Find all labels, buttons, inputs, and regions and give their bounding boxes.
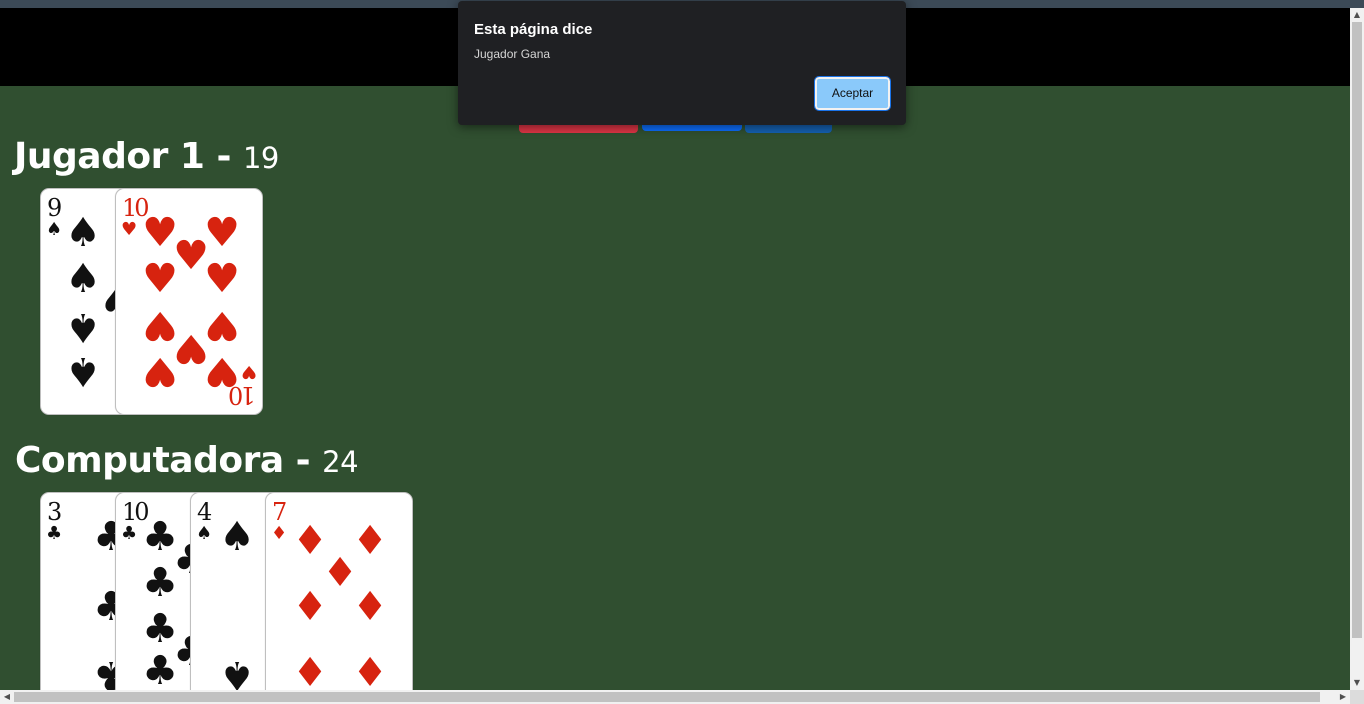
card-rank: 7: [272, 498, 287, 526]
diamond-icon: ♦: [352, 584, 388, 630]
heart-icon: ♥: [240, 361, 257, 382]
card-rank: 3: [47, 498, 62, 526]
dialog-message: Jugador Gana: [474, 47, 551, 61]
heart-icon: ♥: [204, 256, 240, 302]
card-rank: 4: [197, 498, 212, 526]
scroll-down-arrow-icon[interactable]: ▼: [1350, 676, 1364, 690]
heart-icon: ♥: [121, 219, 138, 240]
heart-icon: ♥: [142, 256, 178, 302]
diamond-icon: ♦: [292, 584, 328, 630]
player-1-title: Jugador 1 - 19: [14, 136, 279, 177]
spade-icon: ♠: [196, 523, 213, 544]
computer-name: Computadora -: [15, 440, 323, 481]
player-1-name: Jugador 1 -: [14, 136, 243, 177]
card-rank: 10: [231, 381, 256, 409]
player-1-card-2: 10 ♥ ♥ ♥ ♥ ♥ ♥ ♥ ♥ ♥ ♥ ♥ ♥ 10: [115, 188, 263, 415]
computer-title: Computadora - 24: [15, 440, 359, 481]
card-rank: 9: [47, 194, 62, 222]
spade-icon: ♠: [46, 219, 63, 240]
diamond-icon: ♦: [292, 650, 328, 696]
computer-card-4: 7 ♦ ♦ ♦ ♦ ♦ ♦ ♦ ♦ ♦: [265, 492, 413, 704]
club-icon: ♣: [46, 523, 63, 544]
heart-icon: ♥: [142, 348, 178, 394]
dialog-ok-button[interactable]: Aceptar: [814, 76, 891, 111]
horizontal-scrollbar-thumb[interactable]: [14, 692, 1320, 702]
dialog-title: Esta página dice: [474, 21, 593, 38]
player-1-points: 19: [242, 141, 279, 175]
scrollbar-corner: [1350, 690, 1364, 704]
spade-icon: ♠: [219, 514, 255, 560]
computer-points: 24: [322, 445, 359, 479]
scroll-up-arrow-icon[interactable]: ▲: [1350, 8, 1364, 22]
diamond-icon: ♦: [352, 650, 388, 696]
vertical-scrollbar-thumb[interactable]: [1352, 22, 1362, 638]
alert-dialog: Esta página dice Jugador Gana Aceptar: [458, 1, 906, 125]
spade-icon: ♠: [65, 348, 101, 394]
scroll-left-arrow-icon[interactable]: ◀: [0, 690, 14, 704]
spade-icon: ♠: [65, 210, 101, 256]
spade-icon: ♠: [219, 652, 255, 698]
diamond-icon: ♦: [271, 523, 288, 544]
club-icon: ♣: [121, 523, 138, 544]
scroll-right-arrow-icon[interactable]: ▶: [1336, 690, 1350, 704]
